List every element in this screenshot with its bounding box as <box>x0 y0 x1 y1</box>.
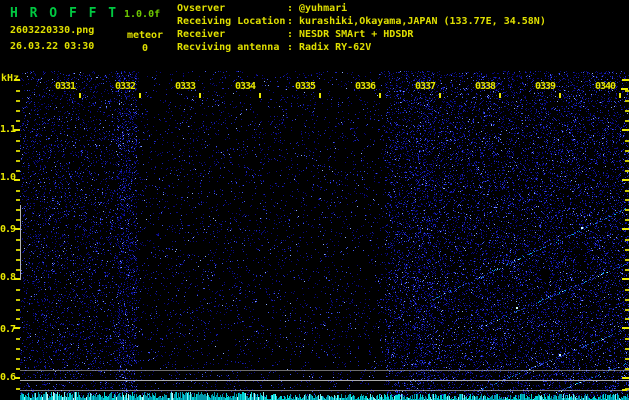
time-axis-label: 0338 <box>474 81 496 92</box>
app-title: H R O F F T <box>10 6 119 21</box>
info-colon: : <box>287 29 294 40</box>
app-version: 1.0.0f <box>124 9 161 20</box>
spectrogram-canvas <box>0 70 629 400</box>
info-value: NESDR SMArt + HDSDR <box>299 29 414 40</box>
time-axis-label: 0337 <box>414 81 436 92</box>
time-axis-label: 0331 <box>54 81 76 92</box>
info-row-receiver: Receiver: NESDR SMArt + HDSDR <box>177 28 546 41</box>
time-axis-label: 0336 <box>354 81 376 92</box>
info-label: Receiver <box>177 29 226 40</box>
meteor-count-label: meteor <box>126 30 164 41</box>
time-axis-label: 0339 <box>534 81 556 92</box>
info-label: Recviving antenna <box>177 42 280 53</box>
time-axis-label: 0333 <box>174 81 196 92</box>
info-value: Radix RY-62V <box>299 42 372 53</box>
freq-axis-label: 0.9 <box>0 224 16 235</box>
info-row-antenna: Recviving antenna: Radix RY-62V <box>177 41 546 54</box>
info-value: kurashiki,Okayama,JAPAN (133.77E, 34.58N… <box>299 16 546 27</box>
freq-axis-unit: kHz <box>1 73 20 84</box>
time-axis-label: 0340 <box>594 81 616 92</box>
time-axis-label: 0332 <box>114 81 136 92</box>
meteor-count-value: 0 <box>141 43 149 54</box>
observer-info-block: Ovserver: @yuhmari Receiving Location: kur… <box>177 2 546 54</box>
info-label: Ovserver <box>177 3 226 14</box>
freq-axis-label: 0.7 <box>0 324 16 335</box>
info-colon: : <box>287 3 294 14</box>
info-value: @yuhmari <box>299 3 348 14</box>
freq-axis-label: 1.1 <box>0 124 16 135</box>
freq-axis-label: 1.0 <box>0 172 16 183</box>
time-axis-label: 0335 <box>294 81 316 92</box>
freq-axis-label: 0.8 <box>0 272 16 283</box>
info-colon: : <box>287 16 294 27</box>
info-row-observer: Ovserver: @yuhmari <box>177 2 546 15</box>
observation-datetime: 26.03.22 03:30 <box>10 41 95 52</box>
info-label: Receiving Location <box>177 16 286 27</box>
freq-axis-label: 0.6 <box>0 372 16 383</box>
hrofft-screen: H R O F F T 1.0.0f 2603220330.png 26.03.… <box>0 0 629 400</box>
time-axis-label: 0334 <box>234 81 256 92</box>
output-filename: 2603220330.png <box>10 25 95 36</box>
info-colon: : <box>287 42 294 53</box>
info-row-location: Receiving Location: kurashiki,Okayama,JAP… <box>177 15 546 28</box>
